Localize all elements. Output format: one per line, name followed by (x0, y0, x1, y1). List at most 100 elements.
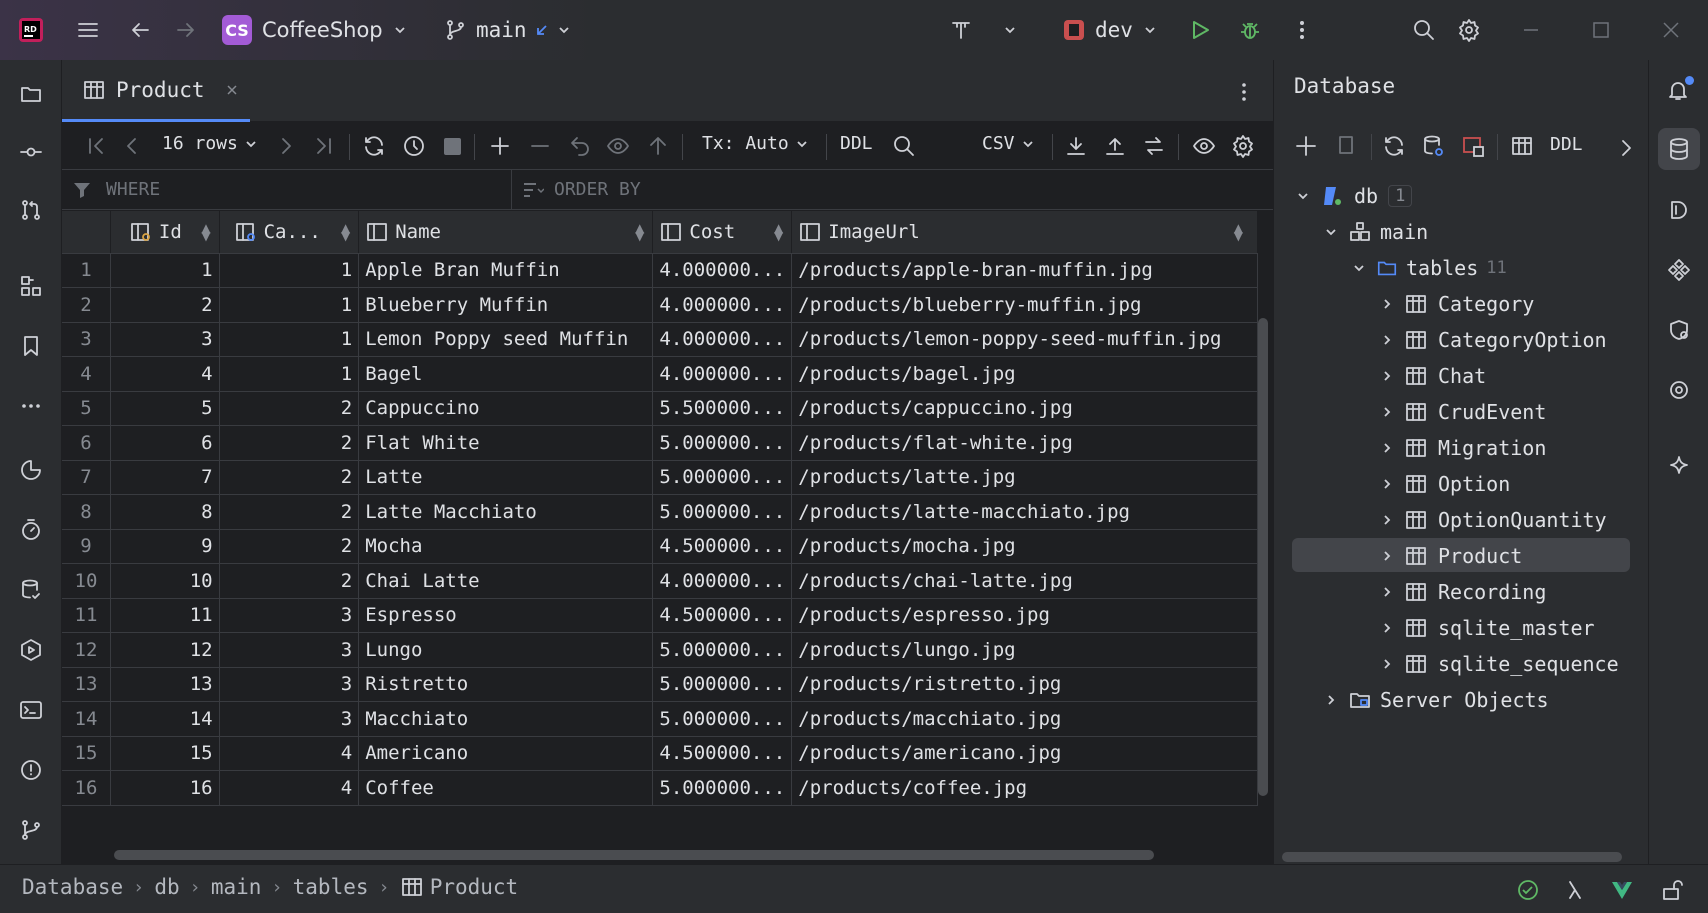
cell-cost[interactable]: 4.500000... (652, 529, 793, 564)
upload-icon[interactable] (1103, 134, 1127, 158)
notifications-bell-icon[interactable] (1666, 76, 1694, 102)
tree-node-table[interactable]: Migration (1380, 431, 1546, 465)
cell-cost[interactable]: 5.000000... (652, 460, 793, 495)
cell-name[interactable]: Lemon Poppy seed Muffin (358, 322, 654, 357)
cell-id[interactable]: 11 (110, 598, 220, 633)
more-tools-icon[interactable] (19, 394, 43, 418)
column-header-id[interactable]: Id ▲ ▼ (110, 211, 220, 254)
cell-imageurl[interactable]: /products/bagel.jpg (791, 356, 1258, 392)
profiler-icon[interactable] (19, 458, 43, 482)
cell-name[interactable]: Coffee (358, 770, 654, 806)
table-row[interactable]: 3 3 1 Lemon Poppy seed Muffin 4.000000.../pr… (62, 322, 1258, 357)
cell-category[interactable]: 2 (219, 494, 360, 530)
minimize-window-icon[interactable] (1522, 0, 1540, 60)
tree-node-db[interactable]: db 1 (1296, 179, 1413, 213)
add-datasource-icon[interactable] (1294, 134, 1318, 158)
maximize-window-icon[interactable] (1592, 0, 1610, 60)
stop-icon[interactable] (444, 138, 461, 155)
cell-id[interactable]: 13 (110, 667, 220, 702)
debug-bug-icon[interactable] (1238, 0, 1262, 60)
cell-name[interactable]: Lungo (358, 632, 654, 668)
cell-imageurl[interactable]: /products/macchiato.jpg (791, 701, 1258, 737)
cell-category[interactable]: 1 (219, 253, 360, 288)
tree-node-table[interactable]: CrudEvent (1380, 395, 1546, 429)
column-header-category[interactable]: Ca... ▲ ▼ (219, 211, 360, 254)
cell-cost[interactable]: 5.000000... (652, 667, 793, 702)
git-icon[interactable] (19, 818, 43, 842)
cell-id[interactable]: 2 (110, 287, 220, 323)
database-properties-icon[interactable] (1421, 134, 1445, 158)
cell-cost[interactable]: 4.500000... (652, 736, 793, 771)
cell-id[interactable]: 10 (110, 563, 220, 599)
cell-cost[interactable]: 4.000000... (652, 563, 793, 599)
close-tab-icon[interactable] (225, 83, 239, 97)
cell-name[interactable]: Cappuccino (358, 391, 654, 426)
revert-icon[interactable] (568, 134, 592, 158)
cell-cost[interactable]: 5.000000... (652, 632, 793, 668)
tree-node-table[interactable]: OptionQuantity (1380, 503, 1607, 537)
d-plugin-icon[interactable] (1667, 198, 1691, 222)
branch-selector[interactable]: main (444, 0, 571, 60)
view-eye-icon[interactable] (1192, 134, 1216, 158)
table-row[interactable]: 5 5 2 Cappuccino 5.500000.../products/cappuc… (62, 391, 1258, 426)
sort-arrows-icon[interactable]: ▲ ▼ (1234, 222, 1243, 242)
order-by-input[interactable]: ORDER BY (514, 170, 1254, 210)
cell-id[interactable]: 3 (110, 322, 220, 357)
cell-category[interactable]: 2 (219, 391, 360, 426)
sort-arrows-icon[interactable]: ▲ ▼ (201, 222, 210, 242)
table-row[interactable]: 16 16 4 Coffee 5.000000.../products/coffee.j… (62, 770, 1258, 806)
cell-imageurl[interactable]: /products/americano.jpg (791, 736, 1258, 771)
cell-cost[interactable]: 4.000000... (652, 322, 793, 357)
security-shield-icon[interactable] (1667, 318, 1691, 342)
tree-node-table[interactable]: Option (1380, 467, 1510, 501)
cell-name[interactable]: Bagel (358, 356, 654, 392)
more-vertical-icon[interactable] (1290, 0, 1314, 60)
run-play-icon[interactable] (1188, 0, 1212, 60)
column-header-imageurl[interactable]: ImageUrl ▲ ▼ (791, 211, 1258, 254)
plugins-icon[interactable] (1667, 258, 1691, 282)
tree-node-server-objects[interactable]: Server Objects (1324, 683, 1549, 717)
submit-icon[interactable] (646, 134, 670, 158)
vertical-scrollbar[interactable] (1258, 318, 1268, 796)
app-logo[interactable]: RD (18, 0, 44, 60)
tree-node-table[interactable]: sqlite_sequence (1380, 647, 1619, 681)
table-editor-icon[interactable] (1510, 134, 1534, 158)
cell-cost[interactable]: 4.000000... (652, 287, 793, 323)
cell-imageurl[interactable]: /products/apple-bran-muffin.jpg (791, 253, 1258, 288)
cell-imageurl[interactable]: /products/lungo.jpg (791, 632, 1258, 668)
next-page-icon[interactable] (274, 134, 298, 158)
history-clock-icon[interactable] (402, 134, 426, 158)
cell-name[interactable]: Apple Bran Muffin (358, 253, 654, 288)
cell-id[interactable]: 1 (110, 253, 220, 288)
cell-category[interactable]: 3 (219, 632, 360, 668)
build-menu-chevron-icon[interactable] (1003, 0, 1017, 60)
coverage-icon[interactable] (1667, 378, 1691, 402)
cell-category[interactable]: 1 (219, 287, 360, 323)
tree-node-table[interactable]: sqlite_master (1380, 611, 1595, 645)
panel-horizontal-scrollbar[interactable] (1282, 852, 1622, 862)
breadcrumb-item[interactable]: Product (430, 875, 519, 899)
last-page-icon[interactable] (312, 134, 336, 158)
cell-imageurl[interactable]: /products/cappuccino.jpg (791, 391, 1258, 426)
tree-node-table[interactable]: CategoryOption (1380, 323, 1607, 357)
cell-cost[interactable]: 5.000000... (652, 701, 793, 737)
run-config-selector[interactable]: dev (1063, 0, 1157, 60)
tree-node-table[interactable]: Category (1380, 287, 1534, 321)
sort-arrows-icon[interactable]: ▲ ▼ (635, 222, 644, 242)
database-check-icon[interactable] (19, 578, 43, 602)
horizontal-scrollbar[interactable] (114, 850, 1154, 860)
disconnect-icon[interactable] (1461, 134, 1485, 158)
preview-changes-icon[interactable] (606, 134, 630, 158)
tree-node-table[interactable]: Recording (1380, 575, 1546, 609)
commit-icon[interactable] (19, 140, 43, 164)
cell-cost[interactable]: 5.000000... (652, 425, 793, 461)
main-menu-icon[interactable] (76, 0, 100, 60)
cell-id[interactable]: 9 (110, 529, 220, 564)
table-row[interactable]: 6 6 2 Flat White 5.000000.../products/flat-w… (62, 425, 1258, 461)
breadcrumb-item[interactable]: tables (293, 875, 369, 899)
rows-selector[interactable]: 16 rows (162, 133, 258, 154)
table-row[interactable]: 14 14 3 Macchiato 5.000000.../products/macch… (62, 701, 1258, 737)
cell-category[interactable]: 1 (219, 322, 360, 357)
transaction-mode-selector[interactable]: Tx: Auto (702, 133, 809, 154)
cell-category[interactable]: 2 (219, 563, 360, 599)
